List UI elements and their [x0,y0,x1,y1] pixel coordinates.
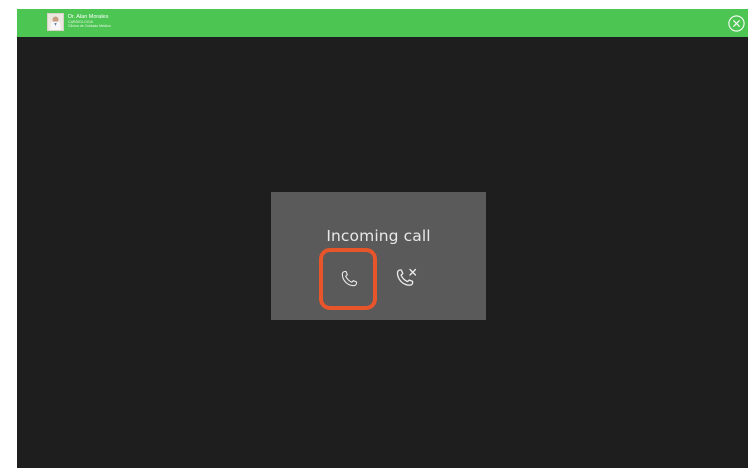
video-call-screen: Dr. Alan Morales CARDIOLOGIA Clinica de … [17,9,748,468]
doctor-clinic: Clinica de Cuidado Medico [68,24,111,29]
incoming-call-title: Incoming call [326,227,431,245]
decline-call-button[interactable] [389,262,423,296]
doctor-info: Dr. Alan Morales CARDIOLOGIA Clinica de … [68,14,111,29]
phone-icon [341,270,358,287]
accept-call-button[interactable] [319,248,377,310]
phone-decline-icon [396,268,417,286]
incoming-call-dialog: Incoming call [271,192,486,320]
close-button[interactable] [728,15,745,32]
header-bar: Dr. Alan Morales CARDIOLOGIA Clinica de … [17,9,748,37]
doctor-avatar [47,13,64,31]
close-circle-icon [728,15,745,32]
